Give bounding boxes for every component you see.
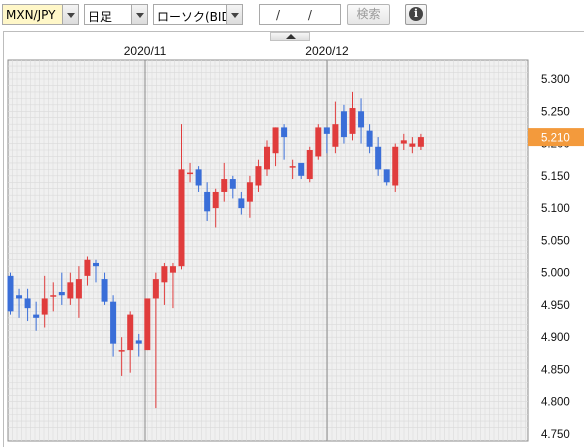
candle-body <box>392 146 399 186</box>
candle-body <box>7 275 14 312</box>
plot-area <box>7 59 529 442</box>
candle-body <box>323 127 330 134</box>
collapse-toolbar-button[interactable] <box>270 32 310 41</box>
candle-body <box>264 146 270 170</box>
candle-body <box>169 266 176 273</box>
candle-body <box>118 350 125 352</box>
y-tick-label: 4.900 <box>541 332 570 344</box>
candle-body <box>315 127 322 157</box>
x-tick-label: 2020/12 <box>305 44 349 58</box>
y-tick-label: 4.800 <box>541 397 570 409</box>
candle-body <box>195 169 202 186</box>
y-tick-label: 5.100 <box>541 203 570 215</box>
candle-body <box>349 108 356 134</box>
x-tick-label: 2020/11 <box>124 44 167 58</box>
candle-body <box>358 111 365 128</box>
candle-body <box>127 314 134 351</box>
candle-body <box>306 150 313 180</box>
y-tick-label: 5.300 <box>541 74 570 86</box>
candle-body <box>383 169 390 183</box>
candle-body <box>41 298 48 315</box>
candle-body <box>246 182 253 202</box>
y-tick-label: 4.850 <box>541 364 570 376</box>
candle-body <box>204 191 211 212</box>
candle-body <box>135 340 142 344</box>
current-price-label: 5.210 <box>541 133 570 145</box>
candle-body <box>75 279 82 299</box>
candle-body <box>93 262 99 267</box>
candle-body <box>67 282 74 299</box>
candle-body <box>409 143 416 147</box>
candle-body <box>212 191 219 209</box>
y-tick-label: 4.750 <box>541 429 570 441</box>
candle-body <box>238 198 245 209</box>
candle-body <box>50 295 57 297</box>
candle-body <box>400 140 407 144</box>
candle-body <box>178 169 185 267</box>
candle-body <box>33 314 40 318</box>
candle-body <box>24 298 31 309</box>
candle-body <box>110 301 117 344</box>
y-tick-label: 5.250 <box>541 106 570 118</box>
candle-body <box>221 179 228 192</box>
candle-body <box>289 166 296 168</box>
candle-body <box>272 127 279 154</box>
y-tick-label: 5.050 <box>541 235 570 247</box>
candle-body <box>187 172 194 175</box>
candle-body <box>152 279 159 299</box>
candle-body <box>298 162 305 176</box>
candle-body <box>229 179 236 189</box>
y-tick-label: 5.150 <box>541 171 570 183</box>
y-tick-label: 4.950 <box>541 300 570 312</box>
candle-body <box>58 292 65 296</box>
candle-body <box>16 295 23 299</box>
candlestick-chart[interactable]: 2020/112020/125.3005.2505.2005.1505.1005… <box>0 0 584 447</box>
candle-body <box>366 130 373 147</box>
candle-body <box>84 259 91 276</box>
candle-body <box>340 111 347 138</box>
candle-body <box>281 127 288 138</box>
y-tick-label: 5.000 <box>541 268 570 280</box>
candle-body <box>417 137 424 147</box>
candle-body <box>375 146 382 170</box>
candle-body <box>255 166 262 186</box>
candle-body <box>101 279 108 302</box>
candle-body <box>161 266 168 283</box>
candle-body <box>144 298 151 351</box>
candle-body <box>332 124 339 147</box>
